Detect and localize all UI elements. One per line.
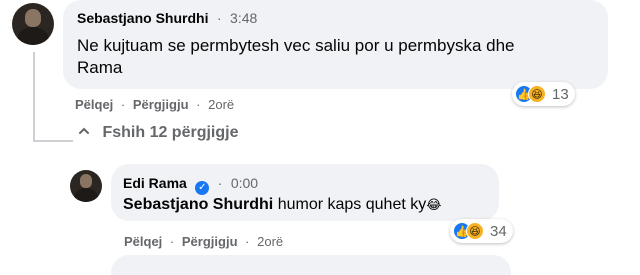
separator-dot: · [120,97,126,112]
reply-author[interactable]: Edi Rama [123,175,187,191]
separator-dot: · [196,97,201,112]
comment-author[interactable]: Sebastjano Shurdhi [77,10,208,26]
reply-reaction-count: 34 [490,222,507,240]
separator-dot: · [169,234,175,249]
reply-actions: Pëlqej · Përgjigju · 2orë [124,234,283,249]
comment-actions: Pëlqej · Përgjigju · 2orë [75,97,234,112]
haha-icon: 😆 [528,85,546,103]
reply-time[interactable]: 0:00 [231,175,258,191]
hide-replies-button[interactable]: Fshih 12 përgjigje [78,124,238,142]
thread-line [33,52,35,142]
verified-badge-icon: ✓ [195,181,210,195]
thread-branch [33,140,73,142]
avatar-edi-rama[interactable] [70,170,102,202]
hide-replies-label: Fshih 12 përgjigje [102,124,239,141]
like-button[interactable]: Pëlqej [124,234,162,249]
separator-dot: · [217,175,223,191]
comment-age[interactable]: 2orë [208,97,234,112]
reply-bubble: Edi Rama ✓ · 0:00 Sebastjano Shurdhi hum… [111,164,499,221]
reply-message: humor kaps quhet ky [277,196,427,213]
reply-text: Sebastjano Shurdhi humor kaps quhet ky😂 [123,194,441,216]
laughing-emoji: 😂 [426,197,442,212]
avatar-sebastjano[interactable] [12,3,54,45]
reaction-count: 13 [552,85,569,103]
reply-age[interactable]: 2orë [257,234,283,249]
comment-time[interactable]: 3:48 [230,10,257,26]
comment-text: Ne kujtuam se permbytesh vec saliu por u… [77,36,515,77]
next-reply-bubble [111,255,511,275]
reply-button[interactable]: Përgjigju [133,97,189,112]
reply-button[interactable]: Përgjigju [182,234,238,249]
reaction-summary[interactable]: 👍 😆 13 [512,82,575,106]
mention-link[interactable]: Sebastjano Shurdhi [123,196,273,213]
reply-reaction-summary[interactable]: 👍 😆 34 [450,219,513,243]
like-button[interactable]: Pëlqej [75,97,113,112]
chevron-up-icon [79,127,89,134]
haha-icon: 😆 [466,222,484,240]
separator-dot: · [216,10,222,26]
separator-dot: · [245,234,250,249]
comment-bubble: Sebastjano Shurdhi · 3:48 Ne kujtuam se … [63,0,608,89]
